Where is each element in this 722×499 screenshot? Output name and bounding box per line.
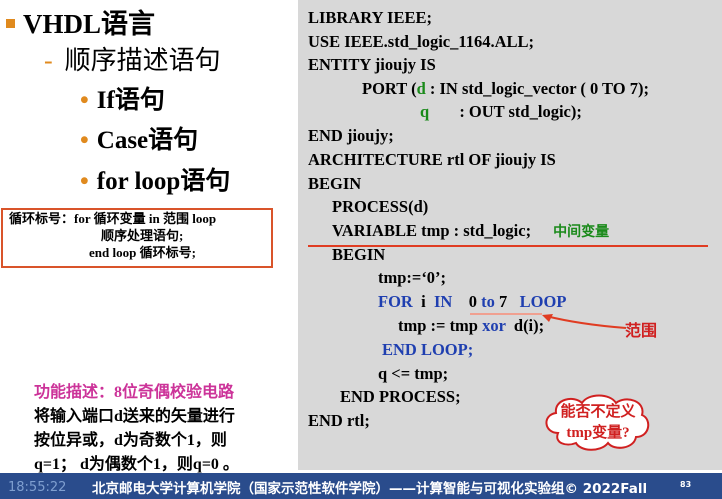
- footer-text: 北京邮电大学计算机学院（国家示范性软件学院）——计算智能与可视化实验组© 202…: [92, 481, 648, 497]
- dash-bullet-icon: -: [44, 46, 53, 75]
- page-number: 83: [680, 480, 692, 489]
- code-line: END rtl;: [308, 411, 370, 430]
- slide-heading: VHDL语言: [6, 2, 155, 41]
- code-line-variable: VARIABLE tmp : std_logic; 中间变量: [332, 221, 610, 240]
- code-line: END jioujy;: [308, 126, 394, 145]
- code-line: END LOOP;: [382, 340, 474, 359]
- code-line: USE IEEE.std_logic_1164.ALL;: [308, 32, 535, 51]
- bullet-dot-icon: •: [80, 127, 89, 154]
- code-line: LIBRARY IEEE;: [308, 8, 432, 27]
- middle-variable-label: 中间变量: [553, 224, 610, 240]
- syntax-line: end loop 循环标号;: [89, 245, 196, 260]
- code-line: END PROCESS;: [340, 387, 461, 406]
- code-line: BEGIN: [308, 174, 362, 193]
- code-line: PROCESS(d): [332, 197, 429, 216]
- range-underline: [470, 313, 542, 315]
- cloud-callout-text: 能否不定义 tmp变量?: [560, 404, 636, 441]
- code-line: ENTITY jioujy IS: [308, 55, 436, 74]
- function-desc-line: q=1； d为偶数个1，则q=0 。: [34, 456, 239, 473]
- range-arrow-icon: [542, 314, 627, 329]
- outline-item-case: • Case语句: [80, 127, 199, 154]
- bullet-square-icon: [6, 19, 15, 29]
- code-line-port-q: q : OUT std_logic);: [420, 102, 582, 121]
- code-line: q <= tmp;: [378, 364, 449, 383]
- syntax-line: 顺序处理语句;: [101, 228, 184, 243]
- range-label: 范围: [625, 323, 658, 340]
- outline-item-for: • for loop语句: [80, 168, 231, 195]
- outline-item-if: • If语句: [80, 87, 165, 114]
- bullet-dot-icon: •: [80, 168, 89, 195]
- code-line: tmp:=‘0’;: [378, 268, 447, 287]
- bullet-dot-icon: •: [80, 87, 89, 114]
- syntax-line: 循环标号：for 循环变量 in 范围 loop: [9, 211, 217, 226]
- code-line-xor: tmp := tmp xor d(i);: [398, 316, 545, 335]
- function-title: 功能描述：8位奇偶校验电路: [34, 384, 235, 401]
- function-desc-line: 将输入端口d送来的矢量进行: [34, 408, 235, 425]
- code-line-for: FOR i IN 0 to 7 LOOP: [378, 292, 567, 311]
- code-line: ARCHITECTURE rtl OF jioujy IS: [308, 150, 556, 169]
- code-line-port: PORT (d : IN std_logic_vector ( 0 TO 7);: [362, 79, 649, 98]
- function-desc-line: 按位异或，d为奇数个1，则: [34, 432, 227, 449]
- footer-time: 18:55:22: [8, 480, 67, 495]
- code-line: BEGIN: [332, 245, 386, 264]
- outline-sub: - 顺序描述语句: [44, 46, 221, 75]
- for-loop-syntax-box: 循环标号：for 循环变量 in 范围 loop 顺序处理语句; end loo…: [1, 208, 273, 268]
